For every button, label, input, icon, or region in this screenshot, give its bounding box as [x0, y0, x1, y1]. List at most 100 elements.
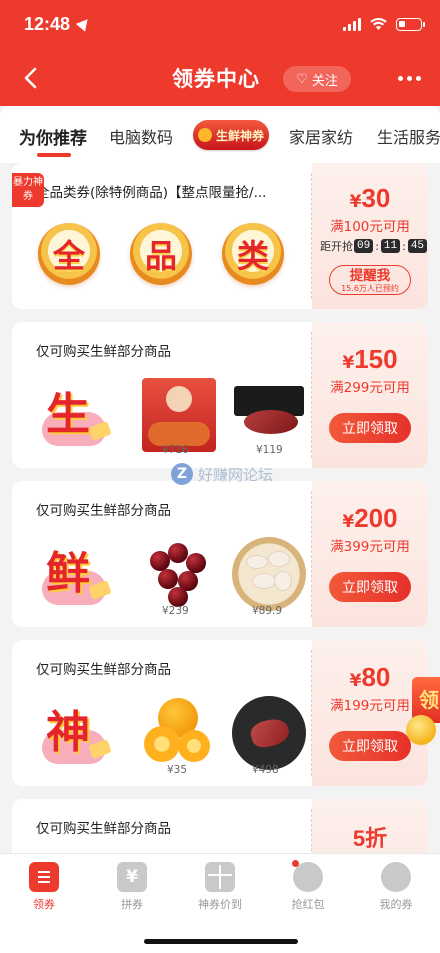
bottom-navigation: 领券 ¥ 拼券 神券价到 抢红包 我的券	[0, 853, 440, 953]
amount-value: 30	[361, 183, 391, 213]
fresh-char: 生	[46, 389, 90, 440]
coupon-condition: 满399元可用	[330, 539, 410, 555]
medal-char: 品	[144, 237, 177, 275]
fresh-char-graphic: 神	[36, 696, 112, 772]
coupon-card: 暴力神券 全品类券(除特例商品)【整点限量抢/... 全 品 类 ¥30 满10…	[12, 163, 428, 309]
product-image-chicken[interactable]	[232, 537, 306, 611]
cellular-signal-icon	[343, 18, 361, 31]
product-image-gift-box[interactable]	[142, 378, 216, 452]
remind-label: 提醒我	[349, 268, 391, 284]
coupon-badge: 暴力神券	[12, 173, 44, 207]
claim-now-button[interactable]: 立即领取	[329, 572, 411, 602]
page-title: 领券中心	[172, 67, 260, 91]
fresh-char-graphic: 生	[36, 378, 112, 454]
fruit-icon	[197, 128, 212, 142]
currency-symbol: ¥	[349, 671, 362, 691]
claim-now-button[interactable]: 立即领取	[329, 413, 411, 443]
coupon-title: 仅可购买生鲜部分商品	[36, 344, 171, 360]
product-image-steak-box[interactable]	[232, 378, 306, 452]
user-icon	[381, 862, 411, 892]
coupon-condition: 满100元可用	[330, 219, 410, 235]
tab-fresh-coupons[interactable]: 生鲜神券	[193, 120, 269, 150]
follow-label: 关注	[311, 73, 338, 89]
nav-my-coupons[interactable]: 我的券	[352, 862, 440, 912]
coupon-amount: ¥30	[312, 183, 428, 214]
countdown-seconds: 45	[407, 239, 428, 253]
coupon-title: 仅可购买生鲜部分商品	[36, 662, 171, 678]
medal-icon: 品	[130, 223, 192, 285]
fresh-char: 鲜	[46, 548, 90, 599]
tab-fresh-label: 生鲜神券	[215, 128, 264, 143]
coupon-card: 仅可购买生鲜部分商品 鲜 ¥239 ¥89.9 ¥200 满399元可用 立即领…	[12, 481, 428, 627]
more-options-icon[interactable]	[398, 76, 421, 81]
remind-me-button[interactable]: 提醒我 15.6万人已预约	[329, 265, 411, 295]
nav-coupon-price[interactable]: 神券价到	[176, 862, 264, 912]
status-time: 12:48	[24, 14, 71, 34]
coupon-amount: ¥200	[312, 503, 428, 534]
medal-char: 类	[236, 237, 269, 275]
nav-coupons[interactable]: 领券	[0, 862, 88, 912]
nav-group-coupons[interactable]: ¥ 拼券	[88, 862, 176, 912]
coupon-condition: 满299元可用	[330, 380, 410, 396]
watermark-text: 好赚网论坛	[198, 465, 274, 484]
currency-symbol: ¥	[349, 192, 362, 212]
coupon-value-panel: 5折	[311, 799, 428, 853]
product-image-cherries[interactable]	[142, 537, 216, 611]
coupon-value-panel: ¥150 满299元可用 立即领取	[311, 322, 428, 468]
wifi-icon	[370, 17, 387, 30]
location-arrow-icon	[75, 15, 93, 32]
tab-computers[interactable]: 电脑数码	[109, 124, 173, 148]
floating-red-envelope[interactable]: 领	[404, 677, 440, 747]
coin-icon	[406, 715, 436, 745]
amount-value: 200	[354, 503, 398, 533]
claim-now-button[interactable]: 立即领取	[329, 731, 411, 761]
battery-icon	[396, 18, 425, 31]
follow-button[interactable]: ♡ 关注	[283, 66, 351, 92]
coupon-amount: ¥150	[312, 344, 428, 375]
countdown-label: 距开抢	[320, 240, 353, 253]
nav-coupon-price-label: 神券价到	[198, 898, 242, 911]
nav-coupons-label: 领券	[33, 898, 55, 911]
product-image-oranges[interactable]	[142, 696, 216, 770]
currency-symbol: ¥	[342, 512, 355, 532]
countdown-hours: 09	[353, 239, 374, 253]
coupon-value-panel: ¥200 满399元可用 立即领取	[311, 481, 428, 627]
nav-group-label: 拼券	[121, 898, 143, 911]
coupon-card: 仅可购买生鲜部分商品 生 ¥716 ¥119 ¥150 满299元可用 立即领取	[12, 322, 428, 468]
coupon-title: 仅可购买生鲜部分商品	[36, 503, 171, 519]
forum-watermark: Z 好赚网论坛	[171, 463, 273, 485]
amount-value: 150	[354, 344, 398, 374]
tab-life-services[interactable]: 生活服务	[377, 124, 440, 148]
active-tab-indicator	[37, 153, 71, 157]
coupon-value-panel: ¥30 满100元可用 距开抢 09 : 11 : 45 提醒我 15.6万人已…	[311, 163, 428, 309]
reservation-count: 15.6万人已预约	[341, 284, 399, 293]
tab-recommended[interactable]: 为你推荐	[19, 124, 87, 149]
home-indicator[interactable]	[144, 939, 298, 944]
tab-home-textiles[interactable]: 家居家纺	[289, 124, 353, 148]
product-price: ¥119	[256, 444, 283, 456]
coupon-title: 仅可购买生鲜部分商品	[36, 821, 171, 837]
product-price: ¥498	[252, 764, 279, 776]
red-packet-icon	[292, 860, 323, 892]
countdown: 距开抢 09 : 11 : 45	[320, 238, 428, 254]
product-image-steak[interactable]	[232, 696, 306, 770]
navigation-bar: 领券中心 ♡ 关注	[0, 50, 440, 106]
currency-symbol: ¥	[342, 353, 355, 373]
yen-icon: ¥	[117, 862, 147, 892]
nav-red-packet[interactable]: 抢红包	[264, 860, 352, 912]
nav-my-coupons-label: 我的券	[379, 898, 413, 911]
coupon-amount: 5折	[312, 821, 428, 853]
back-arrow-icon[interactable]	[20, 66, 42, 90]
category-tabs: 为你推荐 电脑数码 生鲜神券 家居家纺 生活服务	[0, 106, 440, 163]
coupon-card: 仅可购买生鲜部分商品 5折	[12, 799, 428, 853]
medal-char: 全	[52, 237, 85, 275]
coupon-card: 仅可购买生鲜部分商品 神 ¥35 ¥498 ¥80 满199元可用 立即领取	[12, 640, 428, 786]
coupon-title: 全品类券(除特例商品)【整点限量抢/...	[36, 185, 267, 201]
status-bar: 12:48	[0, 0, 440, 50]
medal-icon: 类	[222, 223, 284, 285]
product-price: ¥35	[167, 764, 188, 776]
countdown-minutes: 11	[380, 239, 401, 253]
watermark-logo-icon: Z	[171, 463, 193, 485]
amount-value: 5折	[352, 826, 388, 851]
fresh-char: 神	[46, 707, 90, 758]
